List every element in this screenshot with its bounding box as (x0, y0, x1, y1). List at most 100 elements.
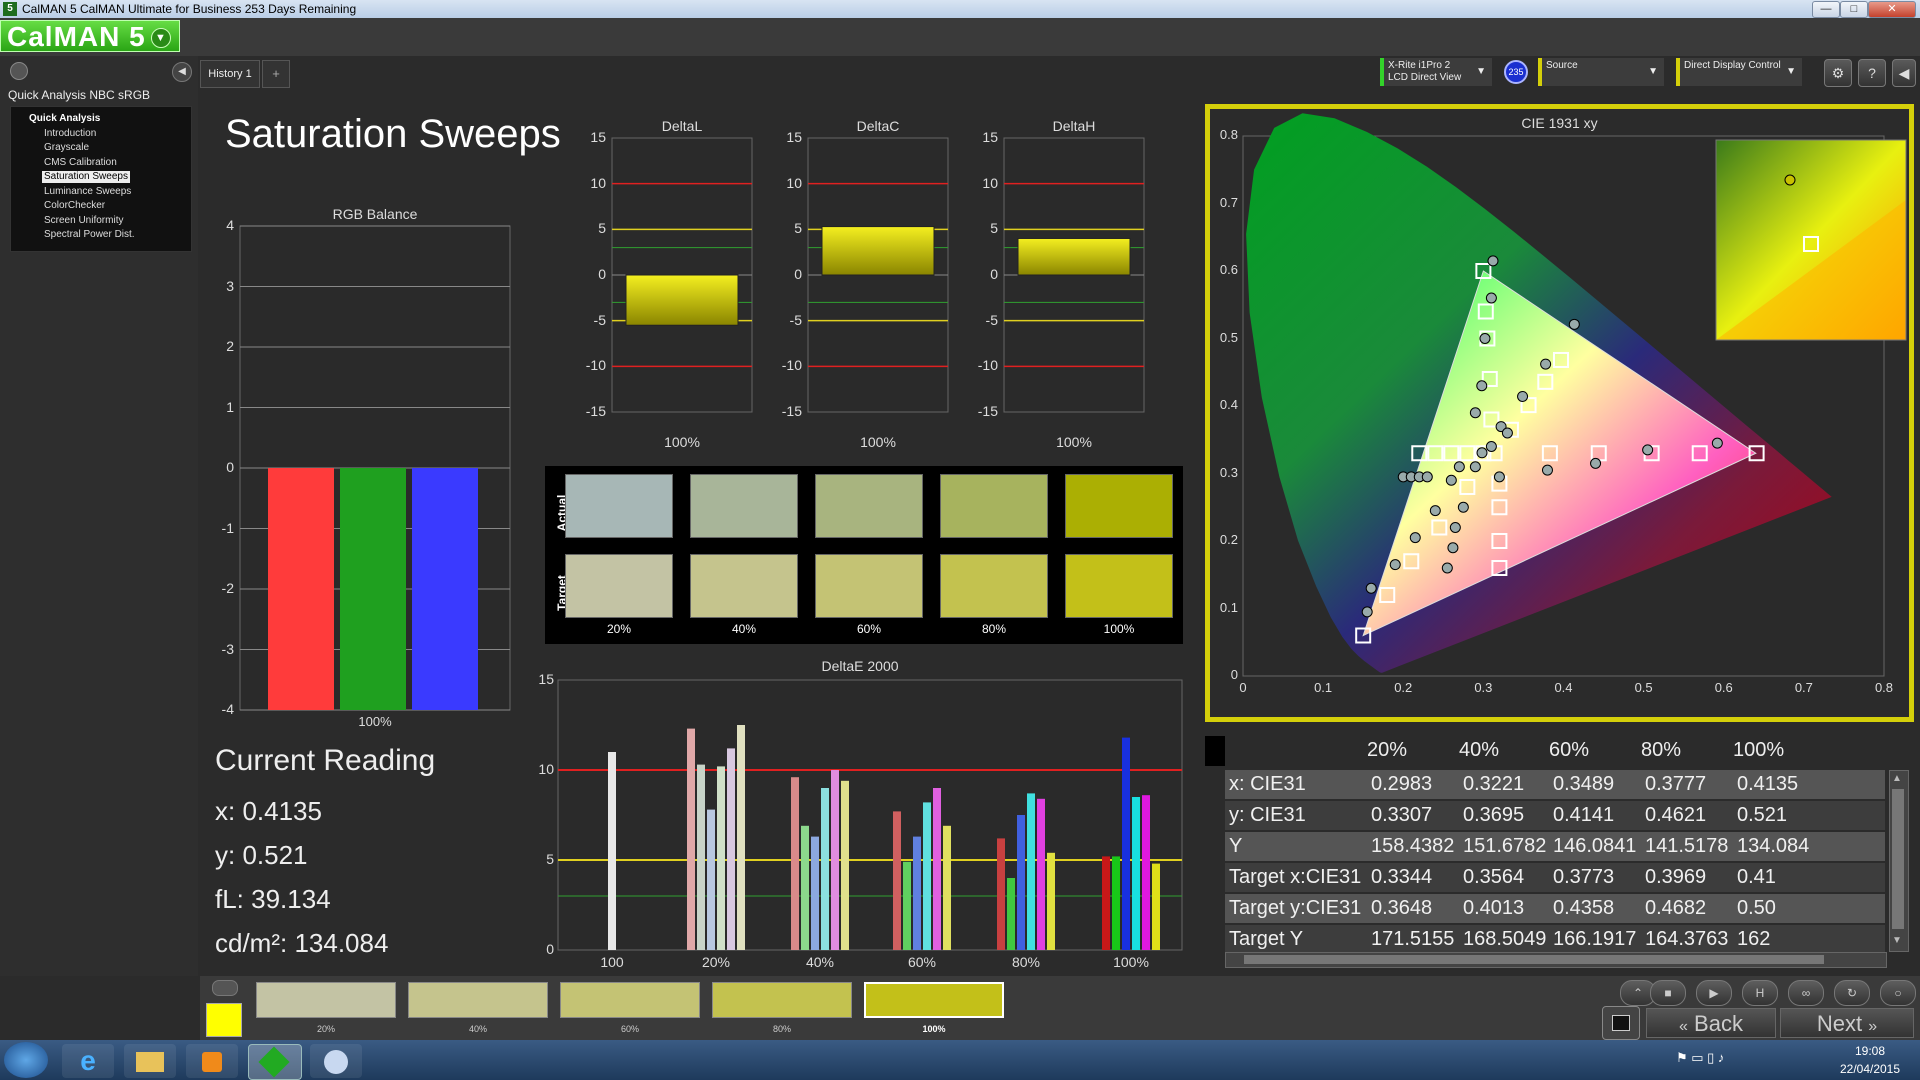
help-icon[interactable]: ? (1858, 59, 1886, 87)
collapse-right-icon[interactable]: ◀ (1892, 59, 1916, 87)
start-button[interactable] (4, 1042, 48, 1078)
cie-measured-point (1447, 542, 1459, 554)
chevron-down-icon: ▼ (1786, 66, 1796, 77)
table-cell: 0.3777 (1645, 773, 1707, 795)
paint-icon[interactable] (310, 1044, 362, 1078)
table-scrollbar[interactable]: ▲ ▼ (1889, 770, 1909, 952)
cie-measured-point (1517, 390, 1529, 402)
cie-x-tick: 0.6 (1714, 680, 1733, 695)
table-cell: Target Y (1229, 928, 1304, 950)
target-swatch (815, 554, 923, 618)
chevron-down-icon[interactable]: ▼ (151, 28, 171, 48)
chevron-down-icon: ▼ (1476, 66, 1486, 77)
deltae-y-tick: 10 (538, 761, 554, 777)
meter-dropdown[interactable]: X-Rite i1Pro 2 LCD Direct View ▼ (1380, 58, 1492, 86)
swatch-comparison: Actual Target 20% 40% 60% 80% 100% (545, 466, 1183, 644)
collapse-left-icon[interactable]: ◀ (172, 62, 192, 82)
rgb-y-tick: -1 (221, 519, 234, 536)
scroll-thumb[interactable] (1892, 789, 1904, 929)
bottom-swatch[interactable] (256, 982, 396, 1018)
scroll-down-icon[interactable]: ▼ (1892, 935, 1902, 946)
media-player-icon[interactable] (186, 1044, 238, 1078)
file-explorer-icon[interactable] (124, 1044, 176, 1078)
next-button[interactable]: Next » (1780, 1008, 1914, 1038)
bottom-swatch-label: 60% (620, 1024, 639, 1034)
hold-icon[interactable]: H (1742, 980, 1778, 1006)
continuous-icon[interactable]: ∞ (1788, 980, 1824, 1006)
refresh-icon[interactable]: ↻ (1834, 980, 1870, 1006)
table-cell: 158.4382 (1371, 835, 1455, 857)
scroll-up-icon[interactable]: ▲ (1892, 773, 1902, 784)
rgb-y-tick: -2 (221, 580, 234, 596)
delta-y-tick: 0 (794, 266, 802, 282)
deltae-bar (1047, 852, 1055, 950)
window-title: CalMAN 5 CalMAN Ultimate for Business 25… (22, 2, 357, 16)
deltae-bar (893, 811, 901, 950)
hscroll-thumb[interactable] (1244, 955, 1824, 964)
close-button[interactable]: ✕ (1868, 1, 1916, 18)
rgb-bar-green (340, 468, 406, 710)
swatch-toggle-icon[interactable] (212, 980, 238, 996)
cie-measured-point (1409, 532, 1421, 544)
table-cell: 0.50 (1737, 897, 1776, 919)
back-button[interactable]: « Back (1646, 1008, 1776, 1038)
table-cell: 151.6782 (1463, 835, 1547, 857)
reading-cdm2: cd/m²: 134.084 (215, 928, 389, 958)
display-dropdown[interactable]: Direct Display Control ▼ (1676, 58, 1802, 86)
cie-y-tick: 0.5 (1219, 329, 1238, 345)
internet-explorer-icon[interactable]: e (62, 1044, 114, 1078)
sidebar-item-screen-uniformity[interactable]: Screen Uniformity (42, 215, 125, 227)
table-cell: 0.4135 (1737, 773, 1799, 795)
sidebar-item-saturation-sweeps[interactable]: Saturation Sweeps (42, 171, 130, 183)
nav-group-quick-analysis[interactable]: Quick Analysis (29, 113, 100, 124)
play-icon[interactable]: ▶ (1696, 980, 1732, 1006)
deltae-category-label: 100 (600, 954, 624, 970)
system-tray-icons[interactable]: ⚑ ▭ ▯ ♪ (1676, 1050, 1796, 1070)
deltae-category-label: 40% (805, 954, 835, 970)
stop-icon[interactable]: ■ (1650, 980, 1686, 1006)
bottom-swatch[interactable] (712, 982, 852, 1018)
cie-y-tick: 0.6 (1219, 262, 1238, 277)
inset-measured-point (1784, 174, 1796, 186)
delta-y-tick: 15 (786, 129, 802, 145)
rgb-y-tick: 4 (226, 217, 234, 233)
stop-measure-button[interactable] (1602, 1006, 1640, 1040)
deltae-bar (791, 777, 799, 950)
sidebar-item-luminance-sweeps[interactable]: Luminance Sweeps (42, 186, 133, 198)
calman-taskbar-icon[interactable] (248, 1044, 302, 1080)
cie-measured-point (1421, 471, 1433, 483)
delta-y-tick: 5 (794, 220, 802, 237)
cie-measured-point (1540, 358, 1552, 370)
meter-badge[interactable]: 235 (1504, 60, 1528, 84)
add-tab-button[interactable]: + (262, 60, 290, 88)
app-logo-button[interactable]: CalMAN 5 ▼ (0, 20, 180, 52)
record-icon[interactable] (10, 62, 28, 80)
table-cell: 164.3763 (1645, 928, 1729, 950)
bottom-swatch[interactable] (408, 982, 548, 1018)
rgb-y-tick: -4 (221, 701, 234, 717)
cie-x-tick: 0.8 (1874, 680, 1894, 695)
sidebar-item-colorchecker[interactable]: ColorChecker (42, 200, 107, 212)
deltae-bar (801, 825, 809, 950)
cie-measured-point (1590, 457, 1602, 469)
minimize-button[interactable]: — (1812, 1, 1840, 18)
deltae-bar (697, 764, 705, 950)
table-cell: y: CIE31 (1229, 804, 1306, 826)
extra-icon[interactable]: ○ (1880, 980, 1916, 1006)
settings-gear-icon[interactable]: ⚙ (1824, 59, 1852, 87)
sidebar-item-grayscale[interactable]: Grayscale (42, 142, 91, 154)
maximize-button[interactable]: □ (1840, 1, 1868, 18)
swatch-label: 40% (731, 622, 757, 636)
delta-category-label: 100% (1056, 434, 1092, 450)
table-hscrollbar[interactable] (1225, 952, 1887, 968)
sidebar-item-spectral-power-dist[interactable]: Spectral Power Dist. (42, 229, 137, 241)
swatch-label: 80% (981, 622, 1007, 636)
tab-history-1[interactable]: History 1 (200, 60, 260, 88)
cie-measured-point (1501, 427, 1513, 439)
page-title: Saturation Sweeps (225, 112, 561, 156)
bottom-swatch[interactable] (864, 982, 1004, 1018)
bottom-swatch[interactable] (560, 982, 700, 1018)
source-dropdown[interactable]: Source ▼ (1538, 58, 1664, 86)
sidebar-item-introduction[interactable]: Introduction (42, 128, 98, 140)
sidebar-item-cms-calibration[interactable]: CMS Calibration (42, 157, 119, 169)
